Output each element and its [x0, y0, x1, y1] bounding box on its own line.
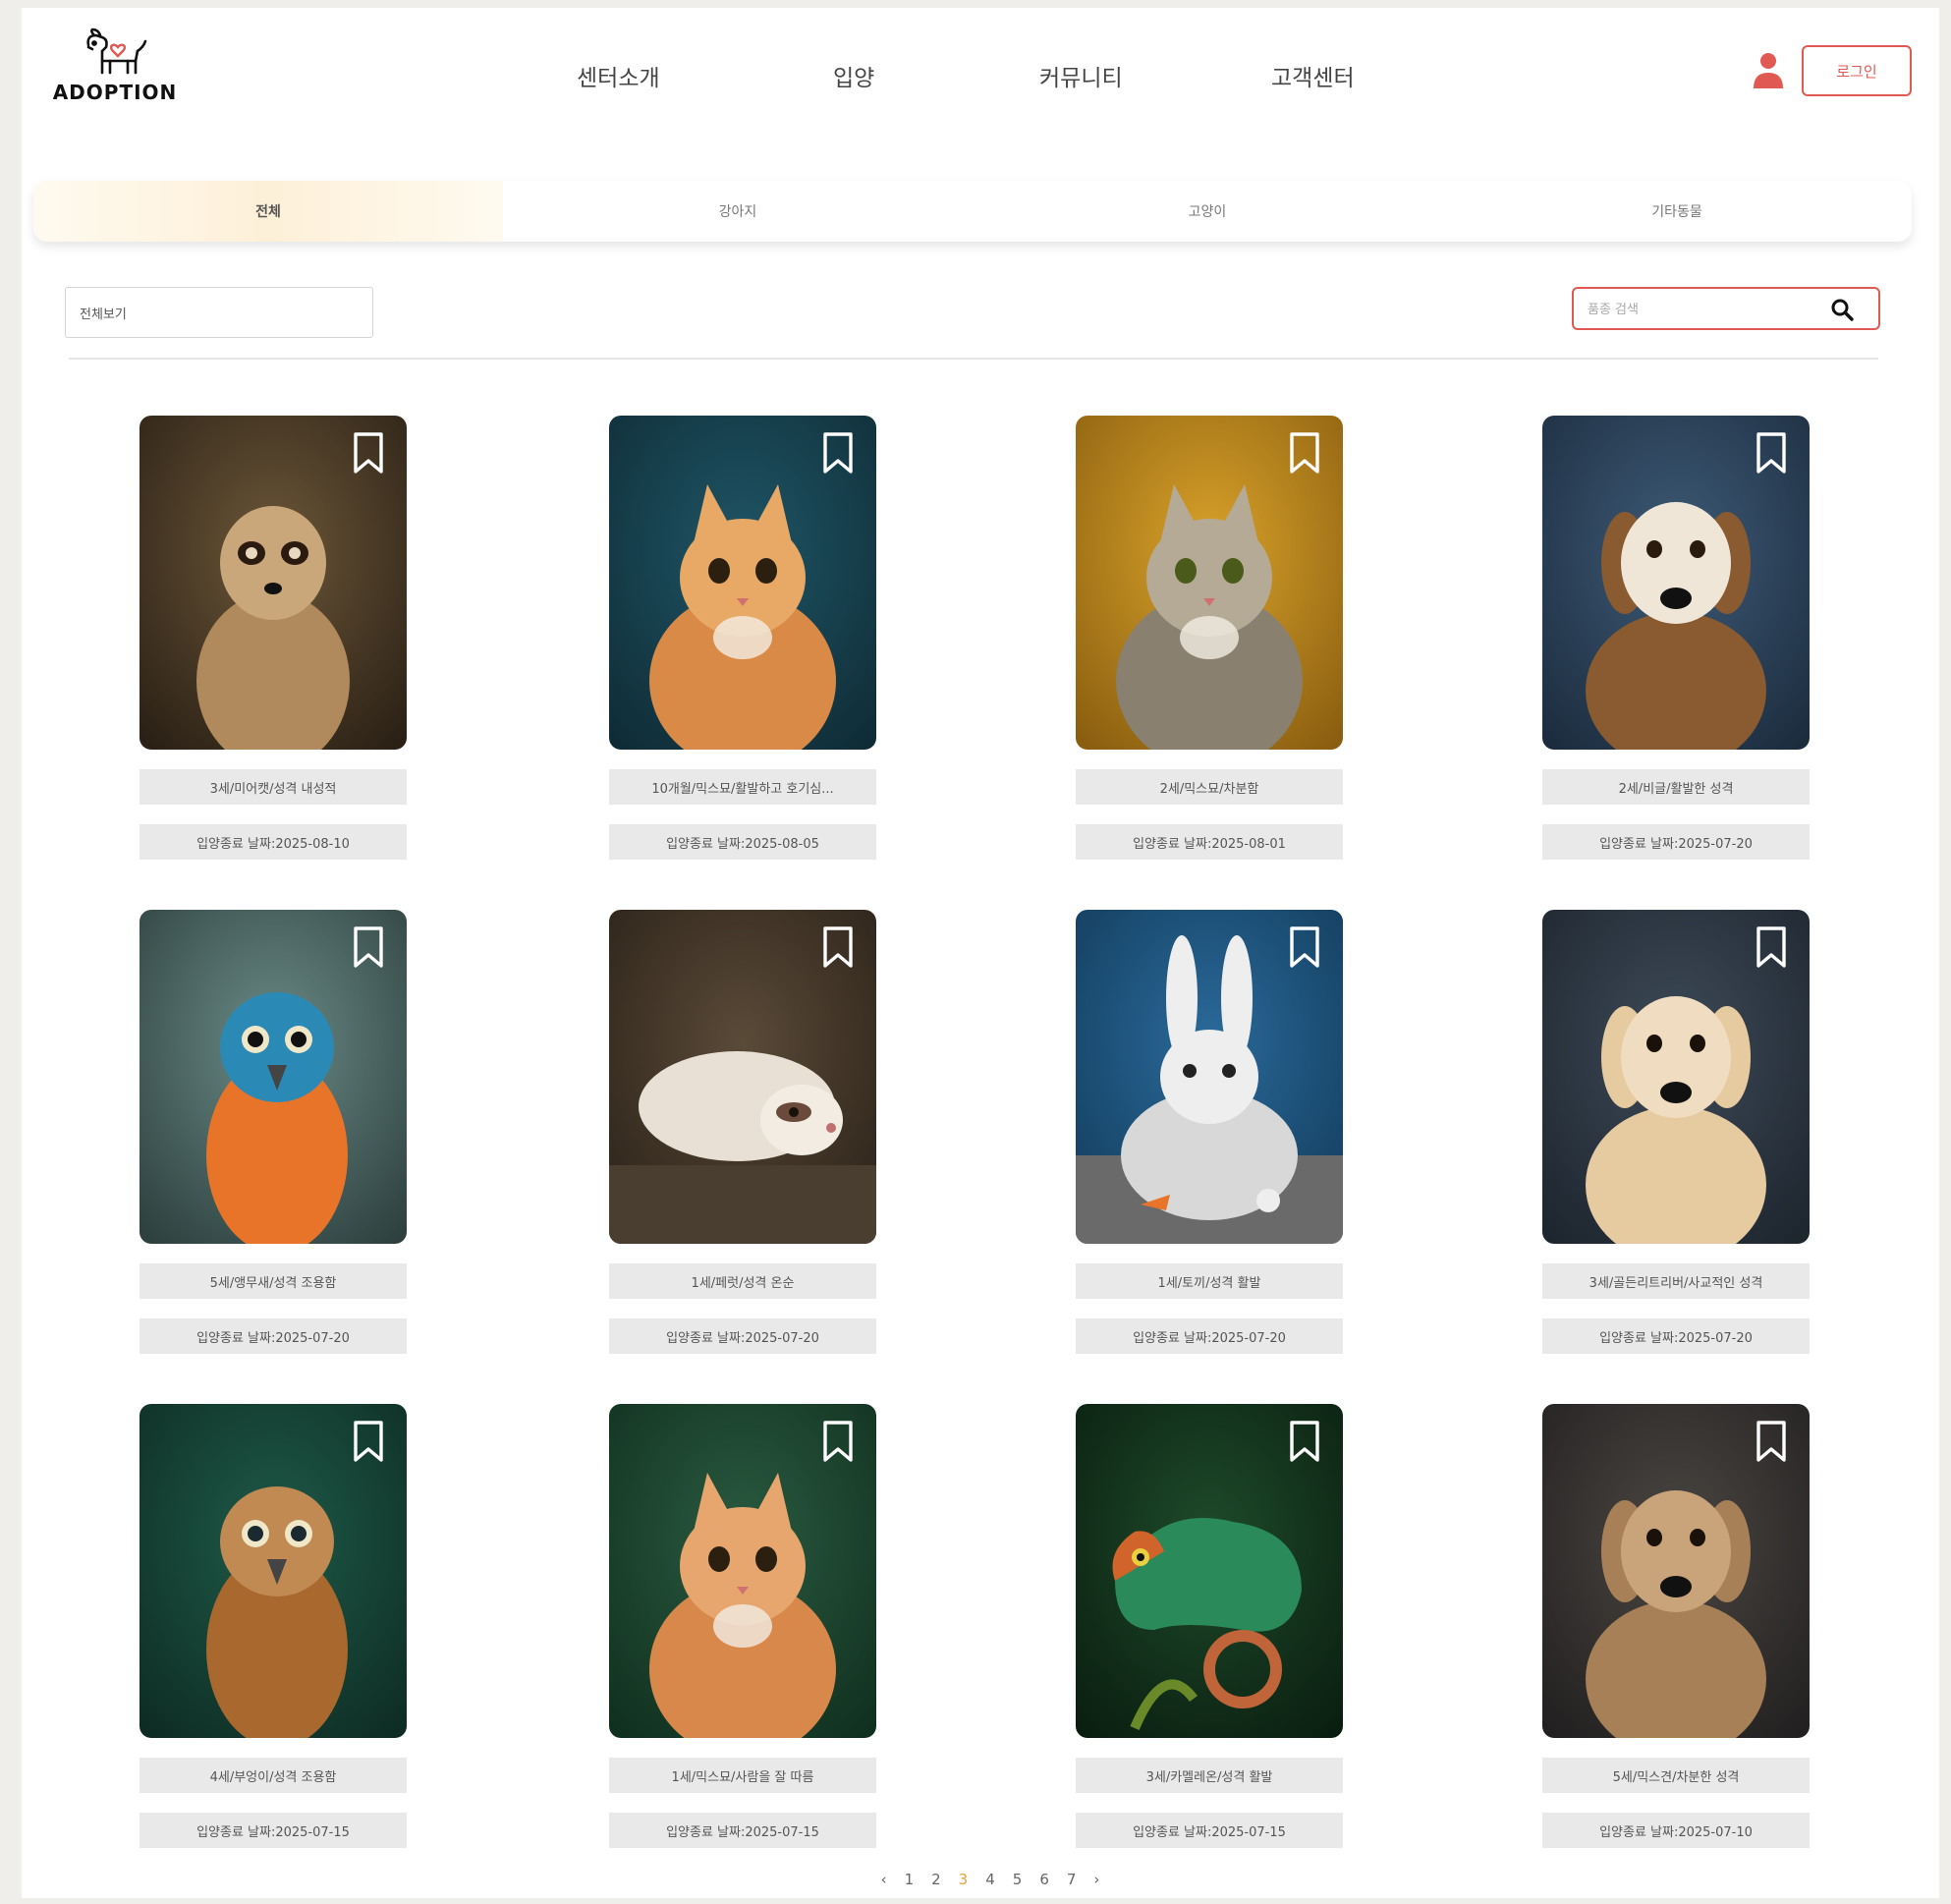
adoption-end-date: 입양종료 날짜:2025-07-15: [139, 1813, 407, 1848]
category-tabs: 전체 강아지 고양이 기타동물: [33, 181, 1912, 242]
filter-divider: [69, 358, 1878, 360]
animal-card[interactable]: 3세/미어캣/성격 내성적 입양종료 날짜:2025-08-10: [139, 416, 407, 860]
animal-photo[interactable]: [1542, 1404, 1810, 1738]
page-2[interactable]: 2: [931, 1871, 941, 1888]
animal-card[interactable]: 5세/믹스견/차분한 성격 입양종료 날짜:2025-07-10: [1542, 1404, 1810, 1848]
bookmark-icon[interactable]: [1755, 1420, 1788, 1463]
animal-card[interactable]: 4세/부엉이/성격 조용함 입양종료 날짜:2025-07-15: [139, 1404, 407, 1848]
animal-photo[interactable]: [1076, 910, 1343, 1244]
search-icon[interactable]: [1829, 297, 1855, 322]
animal-info: 10개월/믹스묘/활발하고 호기심...: [609, 769, 876, 805]
tab-other-animals[interactable]: 기타동물: [1442, 181, 1912, 242]
animal-info: 2세/비글/활발한 성격: [1542, 769, 1810, 805]
animal-card[interactable]: 10개월/믹스묘/활발하고 호기심... 입양종료 날짜:2025-08-05: [609, 416, 876, 860]
adoption-end-date: 입양종료 날짜:2025-07-20: [1542, 1318, 1810, 1354]
animal-photo[interactable]: [1542, 910, 1810, 1244]
animal-card[interactable]: 2세/믹스묘/차분함 입양종료 날짜:2025-08-01: [1076, 416, 1343, 860]
animal-info: 3세/미어캣/성격 내성적: [139, 769, 407, 805]
animal-info: 1세/토끼/성격 활발: [1076, 1263, 1343, 1299]
animal-photo[interactable]: [1076, 416, 1343, 750]
pagination: ‹ 1 2 3 4 5 6 7 ›: [22, 1871, 1939, 1888]
animal-card[interactable]: 3세/골든리트리버/사교적인 성격 입양종료 날짜:2025-07-20: [1542, 910, 1810, 1354]
animal-photo[interactable]: [1542, 416, 1810, 750]
tab-dog[interactable]: 강아지: [503, 181, 973, 242]
tab-all[interactable]: 전체: [33, 181, 503, 242]
animal-info: 1세/페럿/성격 온순: [609, 1263, 876, 1299]
adoption-end-date: 입양종료 날짜:2025-07-20: [139, 1318, 407, 1354]
bookmark-icon[interactable]: [1755, 925, 1788, 969]
animal-card[interactable]: 2세/비글/활발한 성격 입양종료 날짜:2025-07-20: [1542, 416, 1810, 860]
bookmark-icon[interactable]: [821, 1420, 855, 1463]
adoption-end-date: 입양종료 날짜:2025-07-10: [1542, 1813, 1810, 1848]
animal-card[interactable]: 1세/믹스묘/사람을 잘 따름 입양종료 날짜:2025-07-15: [609, 1404, 876, 1848]
animal-photo[interactable]: [139, 1404, 407, 1738]
adoption-end-date: 입양종료 날짜:2025-08-10: [139, 824, 407, 860]
animal-photo[interactable]: [609, 910, 876, 1244]
animal-card[interactable]: 1세/토끼/성격 활발 입양종료 날짜:2025-07-20: [1076, 910, 1343, 1354]
adoption-end-date: 입양종료 날짜:2025-08-01: [1076, 824, 1343, 860]
animal-card[interactable]: 5세/앵무새/성격 조용함 입양종료 날짜:2025-07-20: [139, 910, 407, 1354]
nav-community[interactable]: 커뮤니티: [1039, 59, 1123, 92]
bookmark-icon[interactable]: [352, 431, 385, 475]
page: ADOPTION 센터소개 입양 커뮤니티 고객센터 로그인 전체 강아지 고양…: [22, 8, 1939, 1898]
bookmark-icon[interactable]: [821, 431, 855, 475]
dog-logo-icon: [86, 28, 147, 75]
login-button[interactable]: 로그인: [1802, 45, 1912, 96]
adoption-end-date: 입양종료 날짜:2025-07-20: [1076, 1318, 1343, 1354]
nav-center-intro[interactable]: 센터소개: [577, 59, 660, 92]
animal-info: 3세/골든리트리버/사교적인 성격: [1542, 1263, 1810, 1299]
animal-info: 2세/믹스묘/차분함: [1076, 769, 1343, 805]
animal-photo[interactable]: [609, 416, 876, 750]
adoption-end-date: 입양종료 날짜:2025-07-15: [609, 1813, 876, 1848]
search-input[interactable]: [1588, 298, 1804, 321]
animal-photo[interactable]: [609, 1404, 876, 1738]
bookmark-icon[interactable]: [1288, 925, 1321, 969]
animal-photo[interactable]: [1076, 1404, 1343, 1738]
prev-page-button[interactable]: ‹: [881, 1871, 887, 1888]
search-box: [1572, 287, 1880, 330]
nav-adoption[interactable]: 입양: [833, 59, 874, 92]
page-7[interactable]: 7: [1067, 1871, 1077, 1888]
bookmark-icon[interactable]: [352, 1420, 385, 1463]
bookmark-icon[interactable]: [1288, 1420, 1321, 1463]
bookmark-icon[interactable]: [1288, 431, 1321, 475]
animal-info: 3세/카멜레온/성격 활발: [1076, 1758, 1343, 1793]
page-3[interactable]: 3: [959, 1871, 969, 1888]
animal-info: 1세/믹스묘/사람을 잘 따름: [609, 1758, 876, 1793]
next-page-button[interactable]: ›: [1093, 1871, 1099, 1888]
bookmark-icon[interactable]: [821, 925, 855, 969]
bookmark-icon[interactable]: [1755, 431, 1788, 475]
brand-logo[interactable]: ADOPTION: [41, 28, 189, 126]
page-1[interactable]: 1: [905, 1871, 915, 1888]
brand-name: ADOPTION: [52, 81, 178, 104]
page-4[interactable]: 4: [985, 1871, 995, 1888]
page-6[interactable]: 6: [1039, 1871, 1049, 1888]
tab-cat[interactable]: 고양이: [973, 181, 1442, 242]
animal-card[interactable]: 3세/카멜레온/성격 활발 입양종료 날짜:2025-07-15: [1076, 1404, 1343, 1848]
adoption-end-date: 입양종료 날짜:2025-07-20: [1542, 824, 1810, 860]
user-icon[interactable]: [1752, 51, 1785, 90]
animal-info: 5세/믹스견/차분한 성격: [1542, 1758, 1810, 1793]
adoption-end-date: 입양종료 날짜:2025-08-05: [609, 824, 876, 860]
bookmark-icon[interactable]: [352, 925, 385, 969]
animal-photo[interactable]: [139, 416, 407, 750]
animal-info: 4세/부엉이/성격 조용함: [139, 1758, 407, 1793]
adoption-end-date: 입양종료 날짜:2025-07-15: [1076, 1813, 1343, 1848]
page-5[interactable]: 5: [1013, 1871, 1023, 1888]
animal-card[interactable]: 1세/페럿/성격 온순 입양종료 날짜:2025-07-20: [609, 910, 876, 1354]
animal-info: 5세/앵무새/성격 조용함: [139, 1263, 407, 1299]
animal-photo[interactable]: [139, 910, 407, 1244]
filter-select[interactable]: 전체보기: [65, 287, 373, 338]
nav-customer-center[interactable]: 고객센터: [1271, 59, 1355, 92]
adoption-end-date: 입양종료 날짜:2025-07-20: [609, 1318, 876, 1354]
